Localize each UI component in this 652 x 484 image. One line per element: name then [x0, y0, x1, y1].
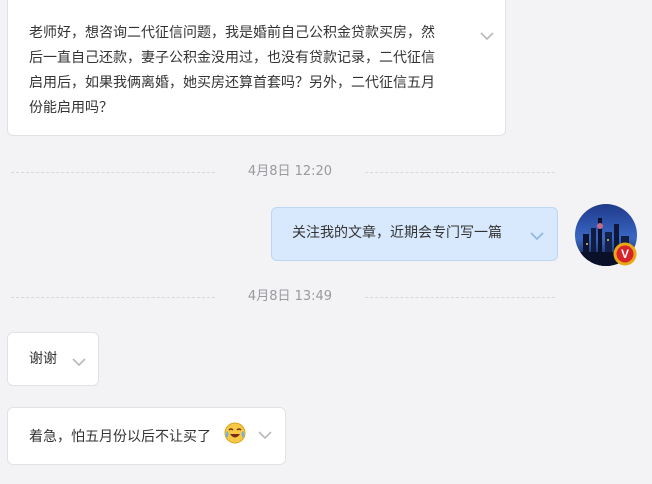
- divider-line-left: [11, 297, 215, 298]
- divider-line-right: [365, 172, 555, 173]
- message-bubble-outgoing[interactable]: 关注我的文章，近期会专门写一篇: [271, 207, 558, 261]
- verified-badge-icon: V: [613, 242, 637, 266]
- chevron-down-icon[interactable]: [258, 430, 272, 440]
- message-bubble-incoming[interactable]: 谢谢: [7, 332, 99, 386]
- chevron-down-icon[interactable]: [72, 357, 86, 367]
- chevron-down-icon[interactable]: [530, 231, 544, 241]
- message-text: 关注我的文章，近期会专门写一篇: [292, 225, 502, 241]
- badge-letter: V: [621, 247, 629, 261]
- message-text: 着急，怕五月份以后不让买了: [29, 429, 211, 445]
- chat-window: { "messages": [ { "direction": "incoming…: [0, 0, 652, 484]
- crying-laughing-emoji-icon: [224, 422, 246, 444]
- timestamp: 4月8日 13:49: [247, 289, 333, 304]
- divider-line-right: [365, 297, 555, 298]
- message-bubble-incoming[interactable]: 老师好，想咨询二代征信问题，我是婚前自己公积金贷款买房，然 后一直自己还款，妻子…: [7, 0, 506, 136]
- message-text: 谢谢: [29, 351, 57, 367]
- timestamp: 4月8日 12:20: [247, 164, 333, 179]
- chevron-down-icon[interactable]: [480, 31, 494, 41]
- time-divider: 4月8日 12:20: [0, 162, 652, 182]
- divider-line-left: [11, 172, 215, 173]
- time-divider: 4月8日 13:49: [0, 287, 652, 307]
- message-text: 老师好，想咨询二代征信问题，我是婚前自己公积金贷款买房，然 后一直自己还款，妻子…: [29, 25, 435, 116]
- message-bubble-incoming[interactable]: 着急，怕五月份以后不让买了: [7, 407, 286, 465]
